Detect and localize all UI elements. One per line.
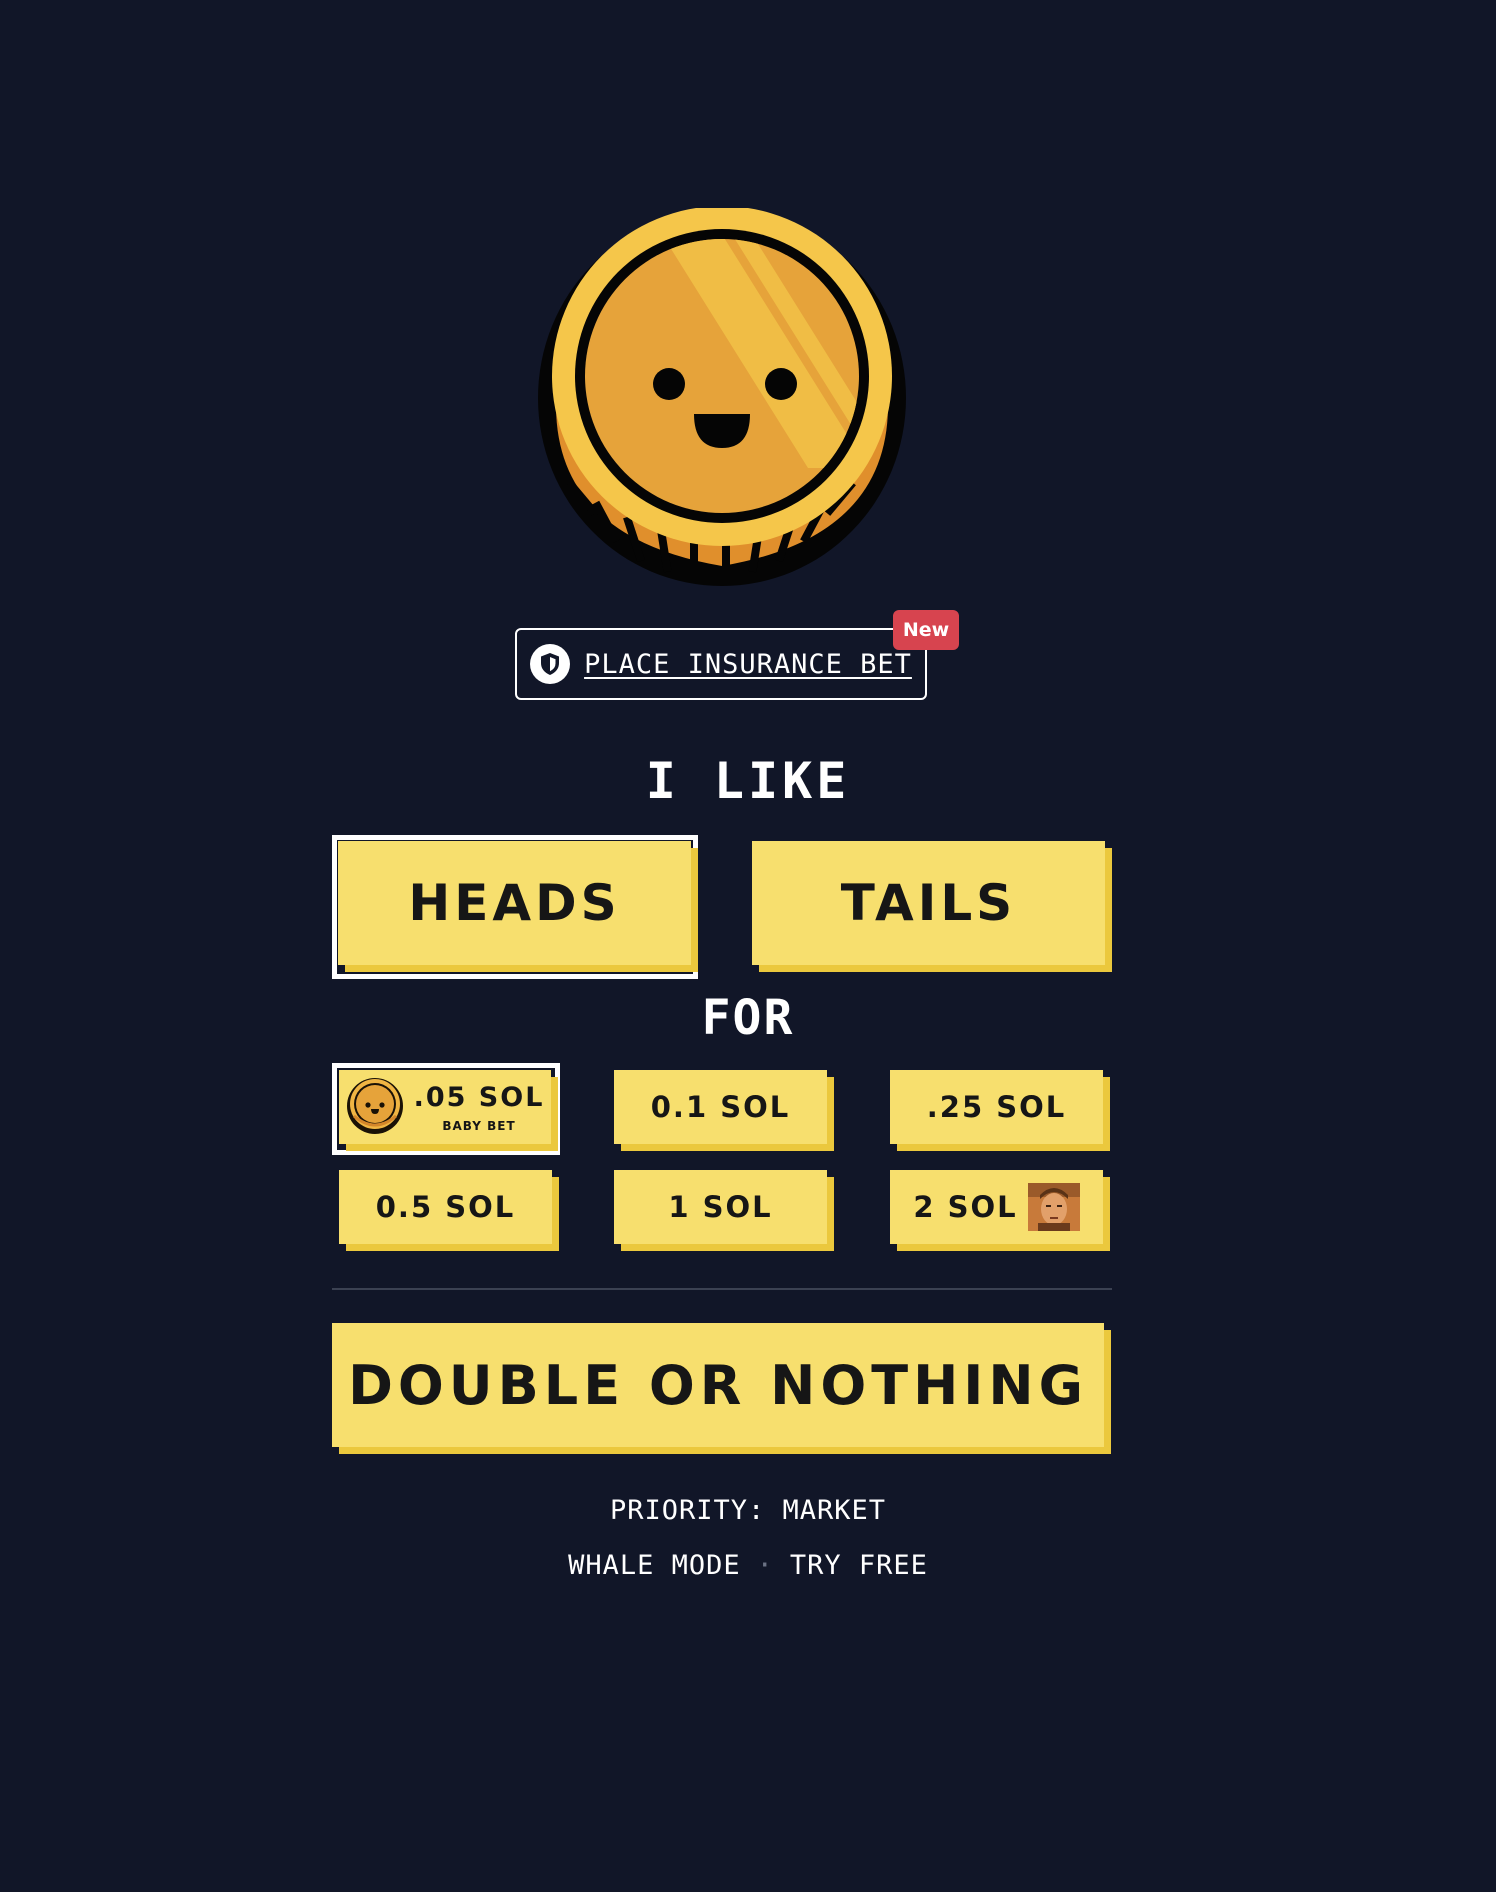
portrait-icon bbox=[1027, 1183, 1080, 1231]
i-like-heading: I LIKE bbox=[645, 752, 851, 810]
amount-button-1[interactable]: 1 SOL bbox=[614, 1170, 827, 1244]
heads-button[interactable]: HEADS bbox=[338, 841, 691, 965]
new-badge: New bbox=[893, 610, 959, 650]
amount-label: .05 SOL bbox=[413, 1081, 545, 1113]
for-heading: FOR bbox=[701, 990, 795, 1046]
double-or-nothing-button[interactable]: DOUBLE OR NOTHING bbox=[332, 1323, 1104, 1447]
place-insurance-bet-button[interactable]: PLACE INSURANCE BET bbox=[515, 628, 927, 700]
insurance-button-label: PLACE INSURANCE BET bbox=[584, 648, 912, 680]
coin-mascot-icon bbox=[538, 206, 906, 586]
amount-button-0.05[interactable]: .05 SOL BABY BET bbox=[339, 1070, 551, 1144]
amount-button-0.25[interactable]: .25 SOL bbox=[890, 1070, 1103, 1144]
priority-selector[interactable]: PRIORITY: MARKET bbox=[0, 1495, 1496, 1526]
baby-bet-label: BABY BET bbox=[442, 1118, 516, 1133]
divider bbox=[332, 1288, 1112, 1290]
footer-links: WHALE MODE · TRY FREE bbox=[0, 1550, 1496, 1581]
amount-button-0.1[interactable]: 0.1 SOL bbox=[614, 1070, 827, 1144]
amount-button-2[interactable]: 2 SOL bbox=[890, 1170, 1103, 1244]
footer-separator: · bbox=[756, 1550, 774, 1581]
try-free-link[interactable]: TRY FREE bbox=[790, 1550, 928, 1581]
whale-mode-link[interactable]: WHALE MODE bbox=[568, 1550, 741, 1581]
shield-icon bbox=[530, 644, 571, 684]
amount-label: 2 SOL bbox=[913, 1190, 1018, 1224]
amount-button-0.5[interactable]: 0.5 SOL bbox=[339, 1170, 552, 1244]
tails-button[interactable]: TAILS bbox=[752, 841, 1105, 965]
coin-icon bbox=[346, 1076, 404, 1138]
